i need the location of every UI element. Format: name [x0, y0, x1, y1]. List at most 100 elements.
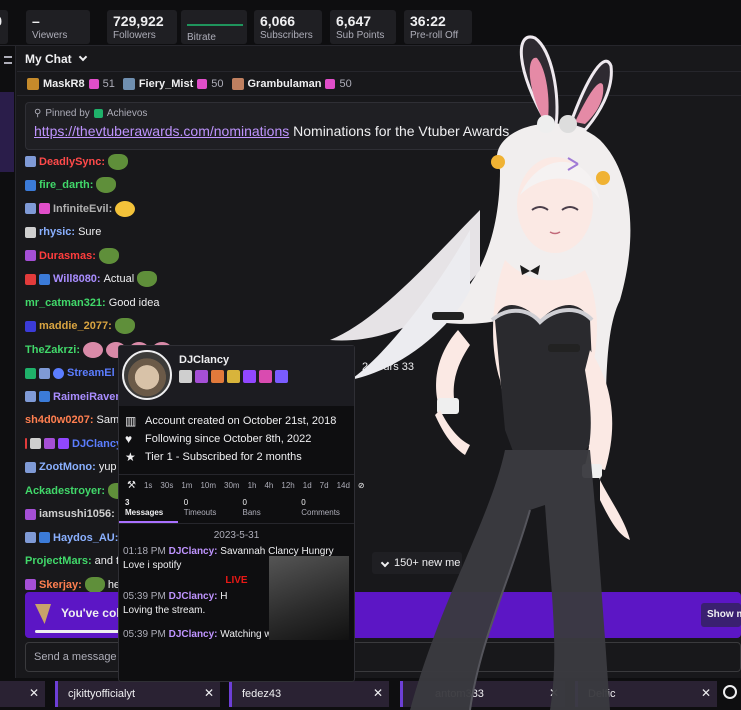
emote-icon: [114, 318, 135, 335]
gear-icon[interactable]: [723, 685, 737, 699]
chat-header[interactable]: My Chat: [17, 46, 741, 72]
channel-tab[interactable]: ✕: [0, 681, 45, 707]
chevron-down-icon[interactable]: [78, 52, 87, 62]
emote-icon: [115, 200, 136, 217]
mod-badge-icon: [93, 109, 103, 118]
ban-icon[interactable]: ⊘: [358, 481, 365, 490]
emote-icon: [98, 247, 119, 264]
emote-icon: [83, 341, 104, 358]
gifter-item[interactable]: Fiery_Mist 50: [122, 77, 224, 90]
video-badge-icon: [58, 438, 69, 450]
wrench-badge-icon: [30, 438, 41, 450]
gift-badge-icon: [39, 203, 50, 215]
gift-icon: [197, 78, 208, 89]
badge-icon: [211, 370, 224, 383]
badge-icon: [25, 391, 36, 403]
card-message: 05:39 PM DJClancy: H Loving the stream.: [123, 591, 228, 616]
chat-title: My Chat: [25, 51, 72, 66]
bits-badge-icon: [195, 370, 208, 383]
chat-message[interactable]: mr_catman321: Good idea: [17, 291, 741, 315]
pinned-link[interactable]: https://thevtuberawards.com/nominations: [34, 123, 289, 139]
new-messages-button[interactable]: 150+ new me: [372, 552, 462, 574]
badge-icon: [25, 320, 36, 332]
badge-icon: [25, 438, 27, 450]
badge-icon: [25, 179, 36, 191]
timeout-10m[interactable]: 10m: [200, 481, 216, 490]
gifter-item[interactable]: Grambulaman 50: [231, 77, 352, 90]
avatar[interactable]: [122, 350, 172, 400]
gift-icon: [325, 78, 336, 89]
timeout-options: ⚒ 1s 30s 1m 10m 30m 1h 4h 12h 1d 7d 14d …: [119, 474, 365, 492]
timeout-1s[interactable]: 1s: [144, 481, 152, 490]
emote-icon: [96, 177, 117, 194]
account-created: ▥ Account created on October 21st, 2018: [125, 414, 337, 428]
user-card-name[interactable]: DJClancy: [179, 354, 229, 366]
timeout-30s[interactable]: 30s: [160, 481, 173, 490]
chat-message[interactable]: maddie_2077:: [17, 315, 741, 339]
emote-icon: [84, 576, 105, 593]
badge-icon: [25, 156, 36, 168]
bitrate-sparkline: [187, 18, 243, 26]
timeout-4h[interactable]: 4h: [264, 481, 273, 490]
chat-message[interactable]: rhysic: Sure: [17, 221, 741, 245]
channel-points-icon: [35, 604, 51, 624]
menu-icon[interactable]: [4, 56, 12, 64]
show-more-button[interactable]: Show m: [701, 603, 741, 627]
star-icon: ★: [125, 450, 136, 464]
close-icon[interactable]: ✕: [549, 686, 559, 700]
timeout-7d[interactable]: 7d: [320, 481, 329, 490]
close-icon[interactable]: ✕: [29, 686, 39, 700]
user-card-tabs: 3 Messages 0 Timeouts 0 Bans 0 Comments: [119, 494, 354, 524]
gift-icon: [88, 78, 99, 89]
user-card[interactable]: DJClancy ▥ Account created on October 21s…: [118, 345, 365, 682]
chat-message[interactable]: Durasmas:: [17, 244, 741, 268]
tab-bans[interactable]: 0 Bans: [237, 494, 296, 523]
channel-tab[interactable]: antom333 ✕: [400, 681, 565, 707]
arrow-down-icon: [380, 558, 390, 568]
tab-comments[interactable]: 0 Comments: [295, 494, 354, 523]
gifter-item[interactable]: MaskR8 51: [27, 77, 115, 90]
avatar: [27, 77, 39, 90]
speaker-badge-icon: [25, 226, 36, 238]
tab-timeouts[interactable]: 0 Timeouts: [178, 494, 237, 523]
badge-icon: [25, 579, 36, 591]
heart-icon: ♥: [125, 432, 133, 446]
verified-badge-icon: [53, 367, 64, 379]
close-icon[interactable]: ✕: [373, 686, 383, 700]
close-icon[interactable]: ✕: [701, 686, 711, 700]
timeout-1m[interactable]: 1m: [181, 481, 192, 490]
close-icon[interactable]: ✕: [204, 686, 214, 700]
channel-tab[interactable]: fedez43 ✕: [229, 681, 389, 707]
stat-sub-points: 6,647 Sub Points: [330, 10, 396, 44]
chat-message[interactable]: InfiniteEvil:: [17, 197, 741, 221]
pinned-message[interactable]: ⚲ Pinned by Achievos https://thevtuberaw…: [25, 102, 545, 150]
chat-message[interactable]: Will8080: Actual: [17, 268, 741, 292]
emote-icon: [108, 153, 129, 170]
stat-followers: 729,922 Followers: [107, 10, 177, 44]
timeout-1h[interactable]: 1h: [248, 481, 257, 490]
tab-messages[interactable]: 3 Messages: [119, 494, 178, 523]
badge-icon: [25, 461, 36, 473]
channel-tab[interactable]: Delfic ✕: [575, 681, 717, 707]
channel-tab-bar: ✕ cjkittyofficialyt ✕ fedez43 ✕ antom333 ✕ …: [0, 678, 741, 710]
badge-icon: [25, 532, 36, 544]
timeout-12h[interactable]: 12h: [281, 481, 294, 490]
timeout-1d[interactable]: 1d: [303, 481, 312, 490]
stat-viewers: – Viewers: [26, 10, 90, 44]
stats-bar: 0 – Viewers 729,922 Followers Bitrate 6,…: [0, 0, 741, 46]
emote-icon: [137, 271, 158, 288]
stat-0: 0: [0, 10, 8, 44]
top-gifters: MaskR8 51 Fiery_Mist 50 Grambulaman 50: [17, 72, 741, 96]
wrench-icon: ⚒: [127, 480, 136, 491]
avatar: [122, 77, 135, 90]
timeout-14d[interactable]: 14d: [337, 481, 350, 490]
clip-thumbnail[interactable]: [269, 556, 349, 640]
timeout-30m[interactable]: 30m: [224, 481, 240, 490]
channel-tab[interactable]: cjkittyofficialyt ✕: [55, 681, 220, 707]
chat-message[interactable]: fire_darth:: [17, 174, 741, 198]
badge-icon: [25, 273, 36, 285]
chat-message[interactable]: DeadlySync:: [17, 150, 741, 174]
avatar: [231, 77, 244, 90]
badge-icon: [39, 532, 50, 544]
bits-badge-icon: [25, 250, 36, 262]
